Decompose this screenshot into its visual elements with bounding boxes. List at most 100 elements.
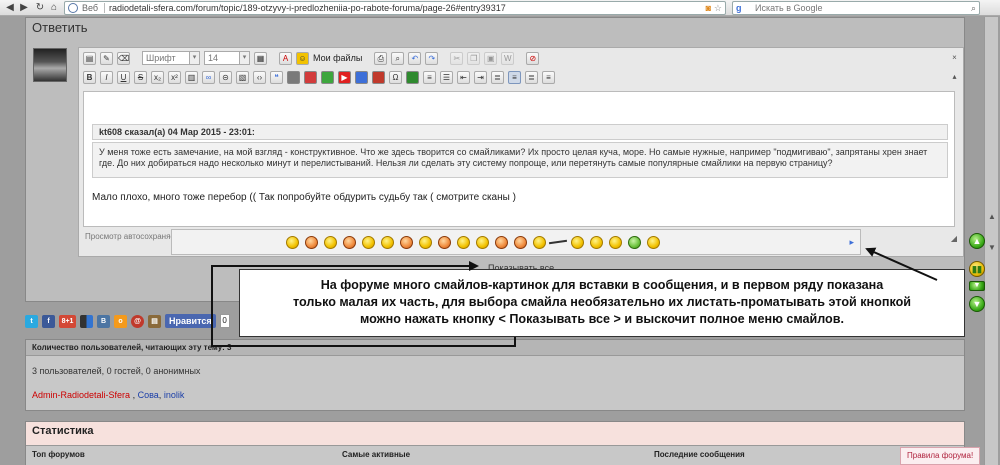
link-icon[interactable]: ∞ (202, 70, 215, 84)
reload-icon[interactable]: ↻ (34, 2, 46, 14)
cut-icon[interactable]: ✂ (450, 51, 464, 65)
smiley-icon[interactable] (647, 236, 660, 249)
twitter-icon[interactable]: t (25, 314, 38, 328)
smiley-icon[interactable] (362, 236, 375, 249)
smiley-icon[interactable] (343, 236, 356, 249)
bullet-list-icon[interactable]: ≡ (423, 70, 436, 84)
superscript-icon[interactable]: x² (168, 70, 181, 84)
italic-icon[interactable]: I (100, 70, 113, 84)
image-icon[interactable]: ▧ (236, 70, 249, 84)
delicious-icon[interactable] (80, 314, 93, 328)
smiley-icon[interactable] (609, 236, 622, 249)
underline-icon[interactable]: U (117, 70, 130, 84)
scroll-step-button[interactable]: ▼ (969, 281, 985, 291)
vk-icon[interactable]: B (97, 314, 110, 328)
bold-icon[interactable]: B (83, 70, 96, 84)
scroll-bottom-button[interactable]: ▼ (969, 296, 985, 312)
forward-icon[interactable]: ▶ (18, 2, 30, 14)
unlink-icon[interactable]: ⊝ (219, 70, 232, 84)
subscript-icon[interactable]: x₂ (151, 70, 164, 84)
youtube-icon[interactable]: ▶ (338, 70, 351, 84)
smiley-icon[interactable] (305, 236, 318, 249)
reply-textarea[interactable]: kt608 сказал(а) 04 Мар 2015 - 23:01: У м… (83, 91, 955, 227)
paste-word-icon[interactable]: W (501, 51, 515, 65)
emoticon-icon[interactable]: ☺ (296, 51, 309, 65)
spellcheck-icon[interactable]: ▥ (185, 70, 198, 84)
search-input[interactable]: g Искать в Google ⌕ (732, 1, 980, 15)
copy-icon[interactable]: ❐ (467, 51, 481, 65)
print-icon[interactable]: ⎙ (374, 51, 388, 65)
user-link-inolik[interactable]: inolik (164, 390, 185, 400)
facebook-icon[interactable]: f (42, 314, 55, 328)
smiley-icon[interactable] (286, 236, 299, 249)
pause-button[interactable]: ▮▮ (969, 261, 985, 277)
text-color-icon[interactable]: A (279, 51, 292, 65)
font-select[interactable]: Шрифт ▾ (142, 51, 200, 65)
scroll-up-icon[interactable]: ▲ (987, 212, 997, 222)
strike-icon[interactable]: S (134, 70, 147, 84)
resize-grip-icon[interactable]: ◢ (951, 234, 957, 243)
flash-icon[interactable] (321, 70, 334, 84)
search-icon[interactable]: ⌕ (971, 2, 976, 14)
smiley-icon[interactable] (419, 236, 432, 249)
special-char-icon[interactable]: Ω (389, 70, 402, 84)
close-icon[interactable]: × (950, 53, 959, 62)
smiley-icon[interactable] (514, 236, 527, 249)
google-icon[interactable]: g (736, 2, 742, 14)
code-icon[interactable]: ‹› (253, 70, 266, 84)
table-icon[interactable] (355, 70, 368, 84)
smiley-icon[interactable] (552, 236, 565, 249)
smiley-icon[interactable] (438, 236, 451, 249)
smiley-icon[interactable] (457, 236, 470, 249)
odnoklassniki-icon[interactable]: o (114, 314, 127, 328)
smiley-icon[interactable] (495, 236, 508, 249)
align-left-icon[interactable]: ≣ (491, 70, 504, 84)
user-link-admin[interactable]: Admin-Radiodetali-Sfera (32, 390, 130, 400)
align-right-icon[interactable]: ≣ (525, 70, 538, 84)
my-files-button[interactable]: Мои файлы (313, 53, 362, 63)
smiley-icon[interactable] (571, 236, 584, 249)
mail-icon[interactable]: @ (131, 314, 144, 328)
outdent-icon[interactable]: ⇤ (457, 70, 470, 84)
facebook-like-button[interactable]: Нравится (165, 314, 216, 328)
number-list-icon[interactable]: ☰ (440, 70, 453, 84)
undo-icon[interactable]: ↶ (408, 51, 422, 65)
smiley-icon[interactable] (324, 236, 337, 249)
smiley-icon[interactable] (476, 236, 489, 249)
home-icon[interactable]: ⌂ (48, 2, 60, 14)
media-icon[interactable] (304, 70, 317, 84)
source-icon[interactable]: ▤ (83, 51, 96, 65)
smiley-icon[interactable] (400, 236, 413, 249)
smiley-icon[interactable] (533, 236, 546, 249)
bookmark-star-icon[interactable]: ☆ (714, 2, 722, 14)
google-plus-icon[interactable]: 8+1 (59, 314, 76, 328)
align-justify-icon[interactable]: ≡ (542, 70, 555, 84)
smiley-icon[interactable] (628, 236, 641, 249)
indent-icon[interactable]: ⇥ (474, 70, 487, 84)
spoiler-icon[interactable] (287, 70, 300, 84)
quote-icon[interactable]: ❝ (270, 70, 283, 84)
redo-icon[interactable]: ↷ (425, 51, 439, 65)
collapse-icon[interactable]: ▴ (950, 72, 959, 81)
eraser-icon[interactable]: ⌫ (117, 51, 130, 65)
paste-text-icon[interactable]: ▦ (254, 51, 267, 65)
rss-icon[interactable]: ◙ (706, 2, 711, 14)
smiley-next-icon[interactable]: ▸ (849, 237, 854, 248)
page-scrollbar[interactable]: ▲ ▼ (984, 17, 998, 465)
back-icon[interactable]: ◀ (4, 2, 16, 14)
address-bar[interactable]: Веб radiodetali-sfera.com/forum/topic/18… (64, 1, 726, 15)
find-icon[interactable]: ⌕ (391, 51, 405, 65)
save-icon[interactable] (406, 70, 419, 84)
paste-icon[interactable]: ▣ (484, 51, 498, 65)
scroll-top-button[interactable]: ▲ (969, 233, 985, 249)
edit-icon[interactable]: ✎ (100, 51, 113, 65)
user-link-sova[interactable]: Сова (138, 390, 159, 400)
forum-rules-button[interactable]: Правила форума! (900, 447, 980, 465)
url-text[interactable]: radiodetali-sfera.com/forum/topic/189-ot… (109, 2, 506, 14)
scroll-down-icon[interactable]: ▼ (987, 243, 997, 253)
smiley-icon[interactable] (590, 236, 603, 249)
hr-icon[interactable] (372, 70, 385, 84)
align-center-icon[interactable]: ≡ (508, 70, 521, 84)
smiley-icon[interactable] (381, 236, 394, 249)
remove-format-icon[interactable]: ⊘ (526, 51, 540, 65)
